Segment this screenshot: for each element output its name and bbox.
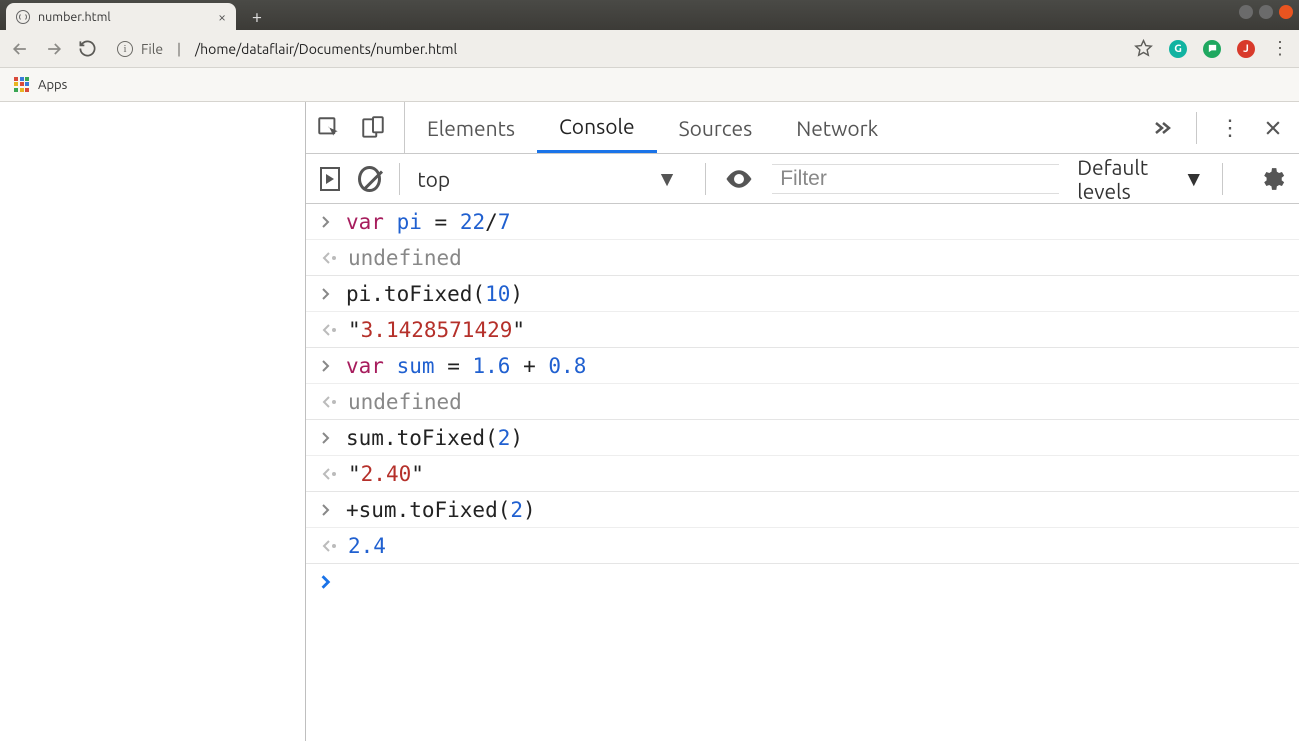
devtools-panel: Elements Console Sources Network ⋮ top [305,102,1299,741]
console-output-row: undefined [306,384,1299,420]
back-button[interactable] [10,39,30,59]
chevron-down-icon: ▼ [657,166,678,192]
console-input-row: +sum.toFixed(2) [306,492,1299,528]
tab-console[interactable]: Console [537,102,657,153]
input-prompt-icon [320,287,332,301]
output-prompt-icon [320,251,334,265]
apps-grid-icon[interactable] [14,77,30,93]
context-label: top [417,167,450,191]
browser-tab[interactable]: number.html × [6,3,236,30]
separator [705,163,706,195]
tab-title: number.html [38,10,111,24]
console-output-row: "2.40" [306,456,1299,492]
input-prompt-icon [320,359,332,373]
input-prompt-icon [320,574,332,590]
levels-label: Default levels [1077,155,1177,203]
console-input-row: var sum = 1.6 + 0.8 [306,348,1299,384]
console-ready-prompt[interactable] [306,564,1299,600]
devtools-tabs: Elements Console Sources Network ⋮ [306,102,1299,154]
code-text: "3.1428571429" [348,318,525,342]
chevron-down-icon: ▼ [1183,166,1204,192]
devtools-menu-button[interactable]: ⋮ [1219,115,1241,141]
inspect-element-icon[interactable] [316,115,342,141]
console-output-row: 2.4 [306,528,1299,564]
separator [399,163,400,195]
code-text: 2.4 [348,534,386,558]
log-levels-select[interactable]: Default levels ▼ [1077,155,1204,203]
tab-sources[interactable]: Sources [657,102,775,153]
output-prompt-icon [320,467,334,481]
console-output[interactable]: var pi = 22/7 undefined pi.toFixed(10) "3.1… [306,204,1299,741]
tab-elements[interactable]: Elements [405,102,537,153]
devtools-inspect-group [316,102,405,153]
output-prompt-icon [320,539,334,553]
clear-console-icon[interactable] [358,166,380,192]
live-expression-icon[interactable] [724,164,754,194]
devtools-close-button[interactable] [1263,118,1283,138]
browser-toolbar: i File | /home/dataflair/Documents/numbe… [0,30,1299,68]
console-input-row: var pi = 22/7 [306,204,1299,240]
console-sidebar-toggle-icon[interactable] [320,167,340,191]
tab-network[interactable]: Network [774,102,900,153]
url-bar[interactable]: i File | /home/dataflair/Documents/numbe… [111,41,1120,57]
input-prompt-icon [320,431,332,445]
extension-chat-icon[interactable] [1203,40,1221,58]
main-area: Elements Console Sources Network ⋮ top [0,102,1299,741]
site-info-icon[interactable]: i [117,41,133,57]
console-input-row: sum.toFixed(2) [306,420,1299,456]
page-viewport [0,102,305,741]
code-text: undefined [348,246,462,270]
bookmark-star-icon[interactable] [1134,39,1153,58]
window-controls [1239,5,1293,19]
separator [1196,112,1197,144]
output-prompt-icon [320,323,334,337]
input-prompt-icon [320,215,332,229]
profile-avatar-icon[interactable]: J [1237,40,1255,58]
code-text: "2.40" [348,462,424,486]
console-toolbar: top ▼ Default levels ▼ [306,154,1299,204]
window-titlebar: number.html × + [0,0,1299,30]
output-prompt-icon [320,395,334,409]
window-minimize-button[interactable] [1239,5,1253,19]
console-output-row: undefined [306,240,1299,276]
code-text: undefined [348,390,462,414]
console-settings-icon[interactable] [1259,166,1285,192]
console-filter-input[interactable] [772,164,1059,194]
url-separator: | [177,41,181,57]
code-text: var sum = 1.6 + 0.8 [346,354,586,378]
reload-button[interactable] [78,39,97,58]
browser-menu-button[interactable]: ⋮ [1271,46,1289,51]
code-text: pi.toFixed(10) [346,282,523,306]
bookmarks-bar: Apps [0,68,1299,102]
forward-button[interactable] [44,39,64,59]
window-close-button[interactable] [1279,5,1293,19]
globe-icon [16,10,30,24]
execution-context-select[interactable]: top ▼ [417,166,687,192]
code-text: +sum.toFixed(2) [346,498,536,522]
code-text: sum.toFixed(2) [346,426,523,450]
bookmark-apps-label[interactable]: Apps [38,78,67,92]
console-output-row: "3.1428571429" [306,312,1299,348]
tabs-overflow-icon[interactable] [1150,116,1174,140]
window-maximize-button[interactable] [1259,5,1273,19]
url-protocol: File [141,41,163,57]
device-toggle-icon[interactable] [360,115,386,141]
toolbar-right: G J ⋮ [1134,39,1289,58]
tab-close-icon[interactable]: × [218,10,226,24]
input-prompt-icon [320,503,332,517]
console-input-row: pi.toFixed(10) [306,276,1299,312]
new-tab-button[interactable]: + [244,4,270,30]
tab-strip: number.html × + [0,0,270,30]
code-text: var pi = 22/7 [346,210,510,234]
extension-grammarly-icon[interactable]: G [1169,40,1187,58]
separator [1222,163,1223,195]
url-path: /home/dataflair/Documents/number.html [195,41,457,57]
